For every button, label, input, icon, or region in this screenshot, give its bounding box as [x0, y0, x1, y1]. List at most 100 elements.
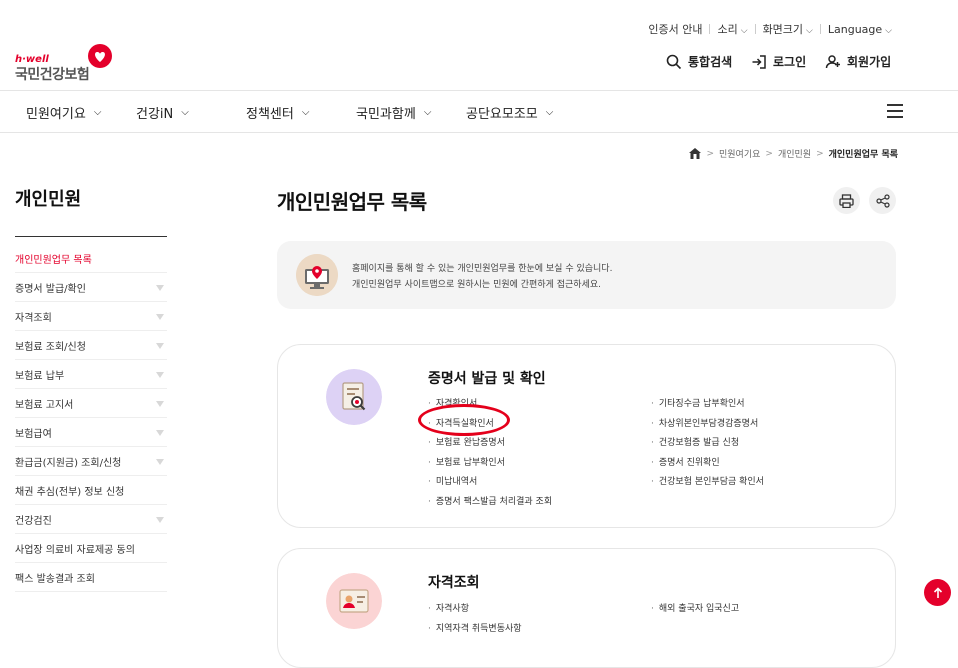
card-certificates [277, 344, 896, 528]
sidebar-item[interactable]: 환급금(지원금) 조회/신청 [15, 448, 167, 476]
gnb-item-about[interactable]: 공단요모조모 ⌵ [466, 103, 553, 122]
font-size-dropdown[interactable]: 화면크기 [763, 21, 813, 37]
chevron-down-icon: ⌵ [423, 107, 432, 118]
expand-triangle-icon [156, 313, 164, 320]
card-link[interactable]: 건강보험 본인부담금 확인서 [651, 474, 764, 494]
sidebar-item[interactable]: 개인민원업무 목록 [15, 245, 167, 273]
user-add-icon [825, 54, 840, 68]
language-dropdown[interactable]: Language [828, 23, 892, 36]
gnb-label: 공단요모조모 [466, 107, 538, 122]
logo-title[interactable]: 국민건강보험 [15, 64, 90, 84]
sidebar-item-label: 건강검진 [15, 516, 52, 527]
card-link[interactable]: 지역자격 취득변동사항 [428, 621, 522, 641]
sidebar-item-label: 환급금(지원금) 조회/신청 [15, 458, 122, 469]
card-link[interactable]: 해외 출국자 입국신고 [651, 601, 739, 621]
card-link[interactable]: 자격사항 [428, 601, 522, 621]
card-title: 증명서 발급 및 확인 [428, 371, 546, 387]
breadcrumb-separator: > [706, 148, 714, 159]
card-link[interactable]: 기타징수금 납부확인서 [651, 396, 764, 416]
sidebar-item-label: 보험급여 [15, 429, 52, 440]
hamburger-menu-icon[interactable] [887, 104, 903, 122]
divider [819, 24, 821, 34]
share-button[interactable] [869, 187, 896, 214]
sidebar-item[interactable]: 보험료 조회/신청 [15, 332, 167, 360]
document-search-icon [326, 369, 382, 425]
sidebar-item[interactable]: 보험료 고지서 [15, 390, 167, 418]
page-title: 개인민원업무 목록 [277, 190, 427, 214]
card-link[interactable]: 보험료 완납증명서 [428, 435, 552, 455]
print-icon [839, 193, 854, 208]
gnb-label: 정책센터 [246, 107, 294, 122]
gnb-label: 국민과함께 [356, 107, 416, 122]
breadcrumb-separator: > [765, 148, 773, 159]
login-button[interactable]: 로그인 [751, 53, 806, 70]
expand-triangle-icon [156, 371, 164, 378]
sidebar-item[interactable]: 사업장 의료비 자료제공 동의 [15, 535, 167, 563]
home-icon[interactable] [689, 148, 702, 159]
card-link[interactable]: 증명서 진위확인 [651, 455, 764, 475]
chevron-down-icon: ⌵ [301, 107, 310, 118]
sidebar-item-label: 사업장 의료비 자료제공 동의 [15, 545, 135, 556]
sidebar-item-label: 보험료 고지서 [15, 400, 74, 411]
divider [709, 24, 711, 34]
gnb-item-civil[interactable]: 민원여기요 ⌵ [26, 103, 101, 122]
card-link[interactable]: 미납내역서 [428, 474, 552, 494]
sidebar-item-label: 채권 추심(전부) 정보 신청 [15, 487, 125, 498]
info-text: 홈페이지를 통해 할 수 있는 개인민원업무를 한눈에 보실 수 있습니다. 개… [352, 261, 612, 293]
sidebar-item[interactable]: 자격조회 [15, 303, 167, 331]
card-link[interactable]: 증명서 팩스발급 처리결과 조회 [428, 494, 552, 514]
sidebar-item-label: 보험료 납부 [15, 371, 65, 382]
gnb-item-together[interactable]: 국민과함께 ⌵ [356, 103, 431, 122]
breadcrumb-current: 개인민원업무 목록 [828, 150, 898, 160]
signup-button[interactable]: 회원가입 [825, 53, 891, 70]
login-icon [752, 54, 766, 69]
divider [754, 24, 756, 34]
card-left-list: 자격사항 지역자격 취득변동사항 [428, 601, 522, 640]
nav-divider-top [0, 90, 958, 91]
sidebar-item-label: 개인민원업무 목록 [15, 255, 92, 266]
card-right-list: 해외 출국자 입국신고 [651, 601, 739, 621]
signup-label: 회원가입 [847, 55, 892, 69]
sidebar-item-label: 팩스 발송결과 조회 [15, 574, 95, 585]
share-icon [875, 193, 890, 208]
search-button[interactable]: 통합검색 [666, 53, 732, 70]
info-line: 홈페이지를 통해 할 수 있는 개인민원업무를 한눈에 보실 수 있습니다. [352, 264, 613, 274]
breadcrumb-separator: > [816, 148, 824, 159]
sidebar-item[interactable]: 보험급여 [15, 419, 167, 447]
expand-triangle-icon [156, 342, 164, 349]
info-line: 개인민원업무 사이트맵으로 원하시는 민원에 간편하게 접근하세요. [352, 280, 602, 290]
expand-triangle-icon [156, 458, 164, 465]
sound-dropdown[interactable]: 소리 [717, 21, 747, 37]
red-highlight-ellipse [418, 404, 510, 436]
breadcrumb-item[interactable]: 민원여기요 [719, 147, 760, 160]
nav-divider-bottom [0, 132, 958, 133]
card-link[interactable]: 건강보험증 발급 신청 [651, 435, 764, 455]
sidebar-item-label: 보험료 조회/신청 [15, 342, 86, 353]
cert-guide-link[interactable]: 인증서 안내 [648, 21, 702, 37]
sidebar-item-label: 증명서 발급/확인 [15, 284, 86, 295]
sidebar-item-label: 자격조회 [15, 313, 52, 324]
card-link[interactable]: 차상위본인부담경감증명서 [651, 416, 764, 436]
breadcrumb-item[interactable]: 개인민원 [778, 147, 811, 160]
sidebar-item[interactable]: 건강검진 [15, 506, 167, 534]
expand-triangle-icon [156, 516, 164, 523]
sidebar-item[interactable]: 채권 추심(전부) 정보 신청 [15, 477, 167, 505]
card-right-list: 기타징수금 납부확인서 차상위본인부담경감증명서 건강보험증 발급 신청 증명서… [651, 396, 764, 494]
breadcrumb: > 민원여기요 > 개인민원 > 개인민원업무 목록 [689, 147, 898, 160]
chevron-down-icon: ⌵ [181, 107, 189, 118]
id-card-icon [326, 573, 382, 629]
sidebar-title: 개인민원 [15, 189, 82, 210]
sidebar-item[interactable]: 보험료 납부 [15, 361, 167, 389]
gnb-item-health[interactable]: 건강iN ⌵ [136, 103, 189, 122]
sidebar-item[interactable]: 증명서 발급/확인 [15, 274, 167, 302]
chevron-down-icon: ⌵ [545, 107, 554, 118]
scroll-top-button[interactable] [924, 579, 951, 606]
print-button[interactable] [833, 187, 860, 214]
card-link[interactable]: 보험료 납부확인서 [428, 455, 552, 475]
sidebar-item[interactable]: 팩스 발송결과 조회 [15, 564, 167, 592]
gnb-label: 건강iN [136, 107, 174, 122]
monitor-location-icon [296, 254, 338, 296]
arrow-up-icon [933, 586, 942, 598]
gnb-item-policy[interactable]: 정책센터 ⌵ [246, 103, 309, 122]
expand-triangle-icon [156, 429, 164, 436]
